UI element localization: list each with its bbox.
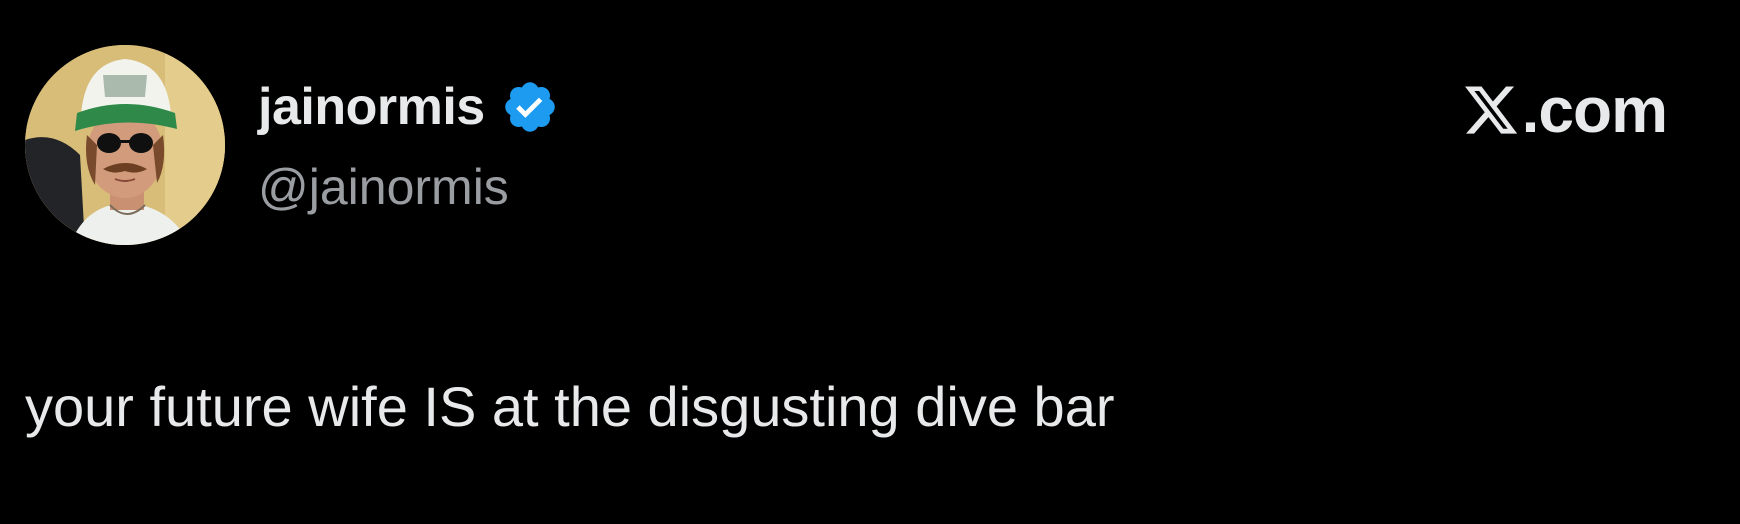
tweet-card: jainormis @jainormis .com your future wi…	[0, 0, 1740, 524]
display-name[interactable]: jainormis	[258, 81, 485, 133]
avatar[interactable]	[25, 45, 225, 245]
author-name-row: jainormis	[258, 72, 559, 142]
site-domain-label: .com	[1521, 74, 1668, 146]
profile-photo	[25, 45, 225, 245]
verified-badge-icon	[501, 78, 559, 136]
author-handle[interactable]: @jainormis	[258, 162, 509, 212]
tweet-text: your future wife IS at the disgusting di…	[25, 375, 1115, 438]
site-logo: .com	[1462, 74, 1668, 146]
x-logo-icon	[1462, 81, 1520, 139]
